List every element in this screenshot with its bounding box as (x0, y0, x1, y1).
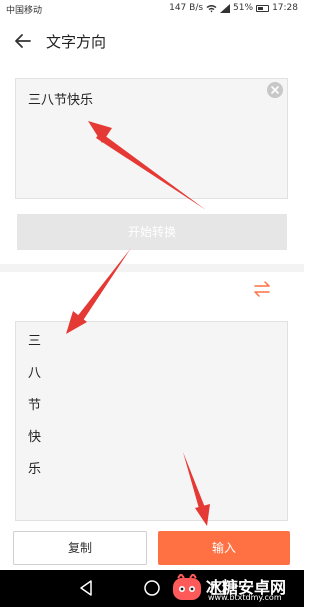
output-char: 八 (28, 366, 42, 381)
watermark-logo-icon (173, 574, 201, 600)
nav-home-icon[interactable] (143, 579, 161, 597)
start-convert-button[interactable]: 开始转换 (17, 214, 287, 250)
clear-icon[interactable] (267, 82, 283, 98)
bottom-action-bar: 复制 输入 (0, 526, 304, 570)
wifi-icon (206, 4, 217, 12)
nav-back-icon[interactable] (77, 579, 95, 597)
battery-icon (256, 4, 270, 12)
swap-arrows-icon[interactable] (252, 280, 272, 298)
output-char: 三 (28, 334, 42, 349)
clock: 17:28 (272, 3, 298, 13)
watermark: 冰糖安卓网 www.btxtdmy.com (172, 570, 304, 607)
watermark-url: www.btxtdmy.com (208, 593, 282, 602)
text-input-area[interactable]: 三八节快乐 (15, 78, 288, 199)
section-divider (0, 264, 304, 272)
page-title: 文字方向 (46, 33, 107, 51)
arrow-left-icon[interactable] (12, 30, 34, 52)
battery-percent: 51% (233, 3, 254, 13)
input-button[interactable]: 输入 (158, 531, 290, 565)
status-bar: 中国移动 147 B/s 51% 17:28 (0, 0, 304, 18)
signal-icon (220, 3, 231, 13)
output-char: 节 (28, 398, 42, 413)
copy-button[interactable]: 复制 (13, 531, 147, 565)
app-bar: 文字方向 (0, 18, 304, 64)
network-speed: 147 B/s (169, 3, 204, 13)
carrier-name: 中国移动 (6, 6, 43, 16)
output-char: 快 (28, 430, 42, 445)
status-icons: 147 B/s 51% 17:28 (169, 3, 298, 13)
output-text-area[interactable]: 三 八 节 快 乐 (15, 321, 288, 521)
output-char: 乐 (28, 462, 42, 477)
text-input-value[interactable]: 三八节快乐 (28, 89, 93, 108)
